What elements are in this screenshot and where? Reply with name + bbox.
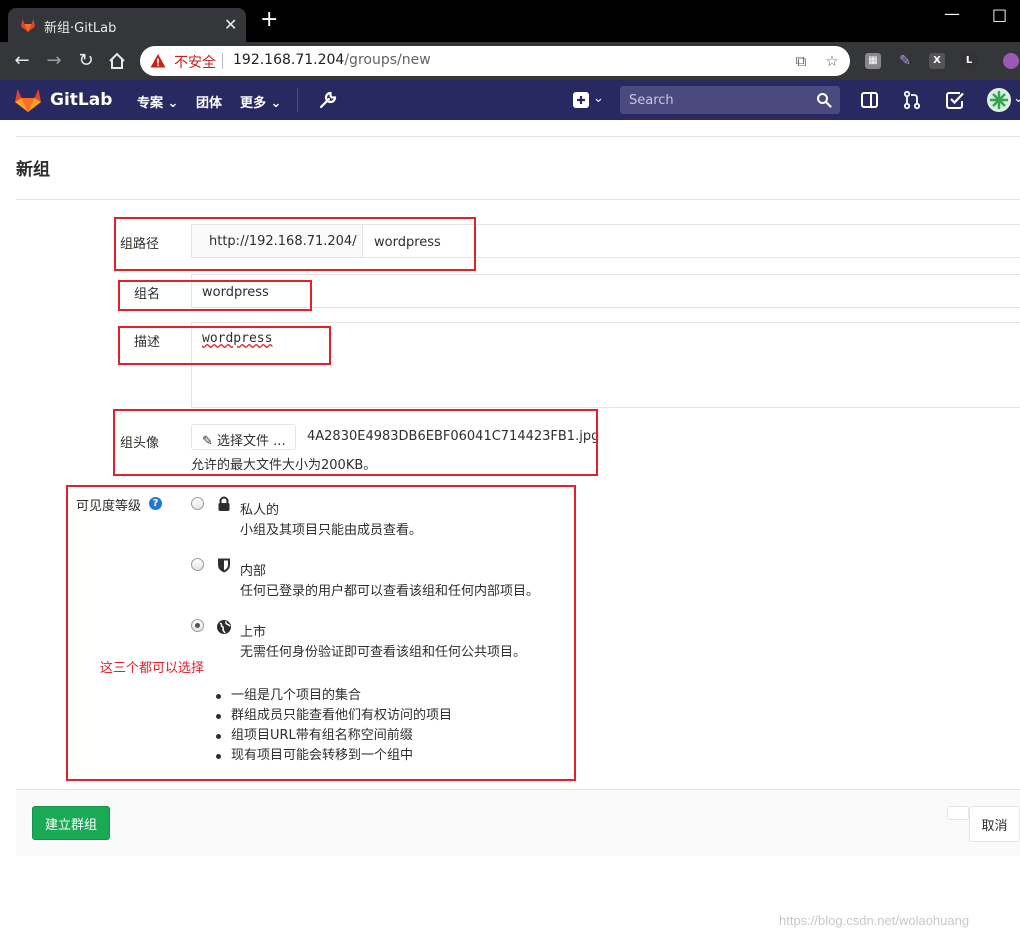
browser-toolbar: ← → ↻ 不安全 192.168.71.204/groups/new ⧉ ☆ …	[0, 42, 1020, 80]
chevron-down-icon[interactable]: ⌄	[593, 91, 604, 106]
annotation-box-path	[114, 217, 476, 271]
home-icon[interactable]	[108, 52, 126, 70]
reload-icon[interactable]: ↻	[75, 50, 97, 72]
cancel-button[interactable]: 取消	[969, 806, 1020, 842]
search-input[interactable]	[620, 86, 810, 114]
nav-more[interactable]: 更多 ⌄	[240, 92, 281, 111]
profile-icon[interactable]	[1003, 53, 1019, 69]
annotation-box-name	[118, 280, 312, 311]
title-divider	[16, 199, 1020, 200]
browser-tab-strip: 新组·GitLab ✕ + — □	[0, 0, 1020, 42]
page-title: 新组	[16, 160, 50, 180]
form-actions	[16, 789, 1020, 856]
new-tab-icon[interactable]: +	[260, 9, 278, 31]
security-label[interactable]: 不安全	[174, 52, 216, 72]
address-divider	[222, 53, 223, 69]
qr-code-extension-icon[interactable]: ▦	[865, 53, 881, 69]
tab-close-icon[interactable]: ✕	[224, 15, 237, 34]
annotation-box-visibility	[66, 485, 576, 781]
minimize-icon[interactable]: —	[944, 4, 960, 23]
warning-icon	[150, 54, 166, 68]
nav-groups[interactable]: 团体	[196, 92, 222, 111]
todo-check-icon[interactable]	[945, 90, 965, 110]
x-extension-icon[interactable]: X	[929, 53, 945, 69]
avatar-chevron-icon[interactable]: ⌄	[1013, 91, 1020, 106]
gitlab-logo-icon[interactable]	[14, 87, 42, 113]
forward-icon[interactable]: →	[43, 50, 65, 72]
url-text[interactable]: 192.168.71.204/groups/new	[233, 52, 431, 68]
browser-tab[interactable]: 新组·GitLab ✕	[8, 8, 246, 42]
bookmark-star-icon[interactable]: ☆	[823, 52, 841, 70]
annotation-box-avatar	[113, 409, 598, 476]
back-icon[interactable]: ←	[11, 50, 33, 72]
issues-panel-icon[interactable]	[860, 90, 880, 110]
feather-extension-icon[interactable]: ✎	[897, 53, 913, 69]
gitlab-navbar: GitLab 专案 ⌄ 团体 更多 ⌄ ⌄ ⌄	[0, 80, 1020, 120]
l-extension-icon[interactable]: L	[961, 53, 977, 69]
create-group-button[interactable]: 建立群组	[32, 806, 110, 840]
gitlab-favicon-icon	[21, 19, 35, 32]
search-icon[interactable]	[816, 92, 832, 108]
gitlab-brand[interactable]: GitLab	[50, 90, 112, 110]
top-divider	[16, 136, 1020, 137]
annotation-box-description	[118, 326, 331, 365]
watermark: https://blog.csdn.net/wolaohuang	[779, 913, 970, 928]
merge-request-icon[interactable]	[902, 90, 922, 110]
address-bar[interactable]: 不安全 192.168.71.204/groups/new ⧉ ☆	[140, 46, 850, 76]
translate-icon[interactable]: ⧉	[792, 52, 810, 70]
maximize-icon[interactable]: □	[992, 5, 1007, 24]
user-avatar[interactable]	[987, 88, 1011, 112]
nav-divider	[297, 88, 298, 112]
wrench-icon[interactable]	[318, 90, 338, 110]
avatar-pattern-icon	[988, 89, 1010, 111]
tab-title: 新组·GitLab	[44, 21, 117, 36]
search-box[interactable]	[620, 86, 840, 114]
group-name-input[interactable]: wordpress	[191, 274, 1020, 308]
secondary-small-button[interactable]	[947, 806, 969, 820]
new-item-plus-icon[interactable]	[572, 90, 592, 110]
nav-projects[interactable]: 专案 ⌄	[137, 92, 178, 111]
